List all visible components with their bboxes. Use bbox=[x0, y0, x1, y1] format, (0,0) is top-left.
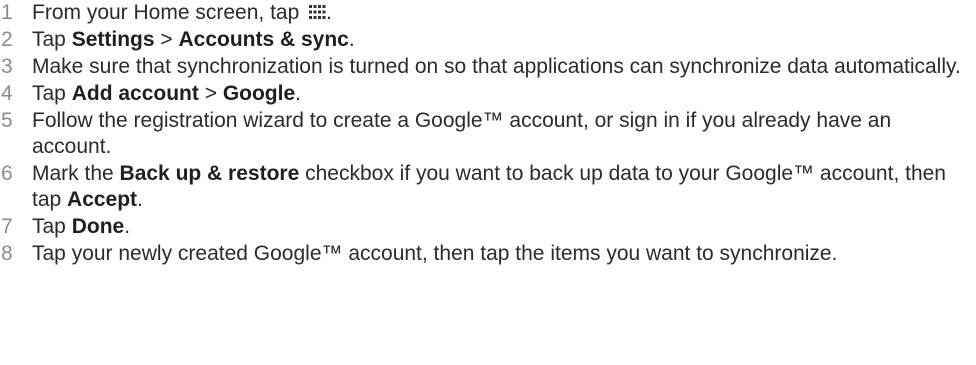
step-text: Tap Done. bbox=[32, 215, 131, 238]
instruction-steps: 1 From your Home screen, tap . 2 Tap Set… bbox=[0, 0, 976, 267]
step-number: 7 bbox=[1, 215, 13, 238]
step-text: Tap Settings > Accounts & sync. bbox=[32, 28, 355, 51]
step-number: 6 bbox=[1, 162, 13, 185]
step-text: Follow the registration wizard to create… bbox=[32, 109, 892, 158]
step-number: 4 bbox=[1, 82, 13, 105]
ui-term-accounts-sync: Accounts & sync bbox=[178, 28, 349, 51]
step-7: 7 Tap Done. bbox=[0, 214, 976, 240]
step-8: 8 Tap your newly created Google™ account… bbox=[0, 241, 976, 267]
step-text: Make sure that synchronization is turned… bbox=[32, 55, 961, 78]
step-number: 8 bbox=[1, 242, 13, 265]
apps-grid-icon bbox=[308, 1, 326, 19]
ui-term-accept: Accept bbox=[67, 188, 138, 211]
step-6: 6 Mark the Back up & restore checkbox if… bbox=[0, 161, 976, 213]
step-number: 2 bbox=[1, 28, 13, 51]
step-text: Tap your newly created Google™ account, … bbox=[32, 242, 838, 265]
step-3: 3 Make sure that synchronization is turn… bbox=[0, 54, 976, 80]
step-number: 3 bbox=[1, 55, 13, 78]
step-text: From your Home screen, tap . bbox=[32, 1, 332, 24]
step-2: 2 Tap Settings > Accounts & sync. bbox=[0, 27, 976, 53]
ui-term-google: Google bbox=[222, 82, 296, 105]
ui-term-settings: Settings bbox=[71, 28, 155, 51]
ui-term-back-up-restore: Back up & restore bbox=[119, 162, 300, 185]
ui-term-add-account: Add account bbox=[71, 82, 199, 105]
step-text: Tap Add account > Google. bbox=[32, 82, 301, 105]
step-1: 1 From your Home screen, tap . bbox=[0, 0, 976, 26]
step-text: Mark the Back up & restore checkbox if y… bbox=[32, 162, 946, 211]
step-number: 1 bbox=[1, 1, 13, 24]
step-4: 4 Tap Add account > Google. bbox=[0, 81, 976, 107]
ui-term-done: Done bbox=[71, 215, 125, 238]
step-number: 5 bbox=[1, 109, 13, 132]
step-5: 5 Follow the registration wizard to crea… bbox=[0, 108, 976, 160]
